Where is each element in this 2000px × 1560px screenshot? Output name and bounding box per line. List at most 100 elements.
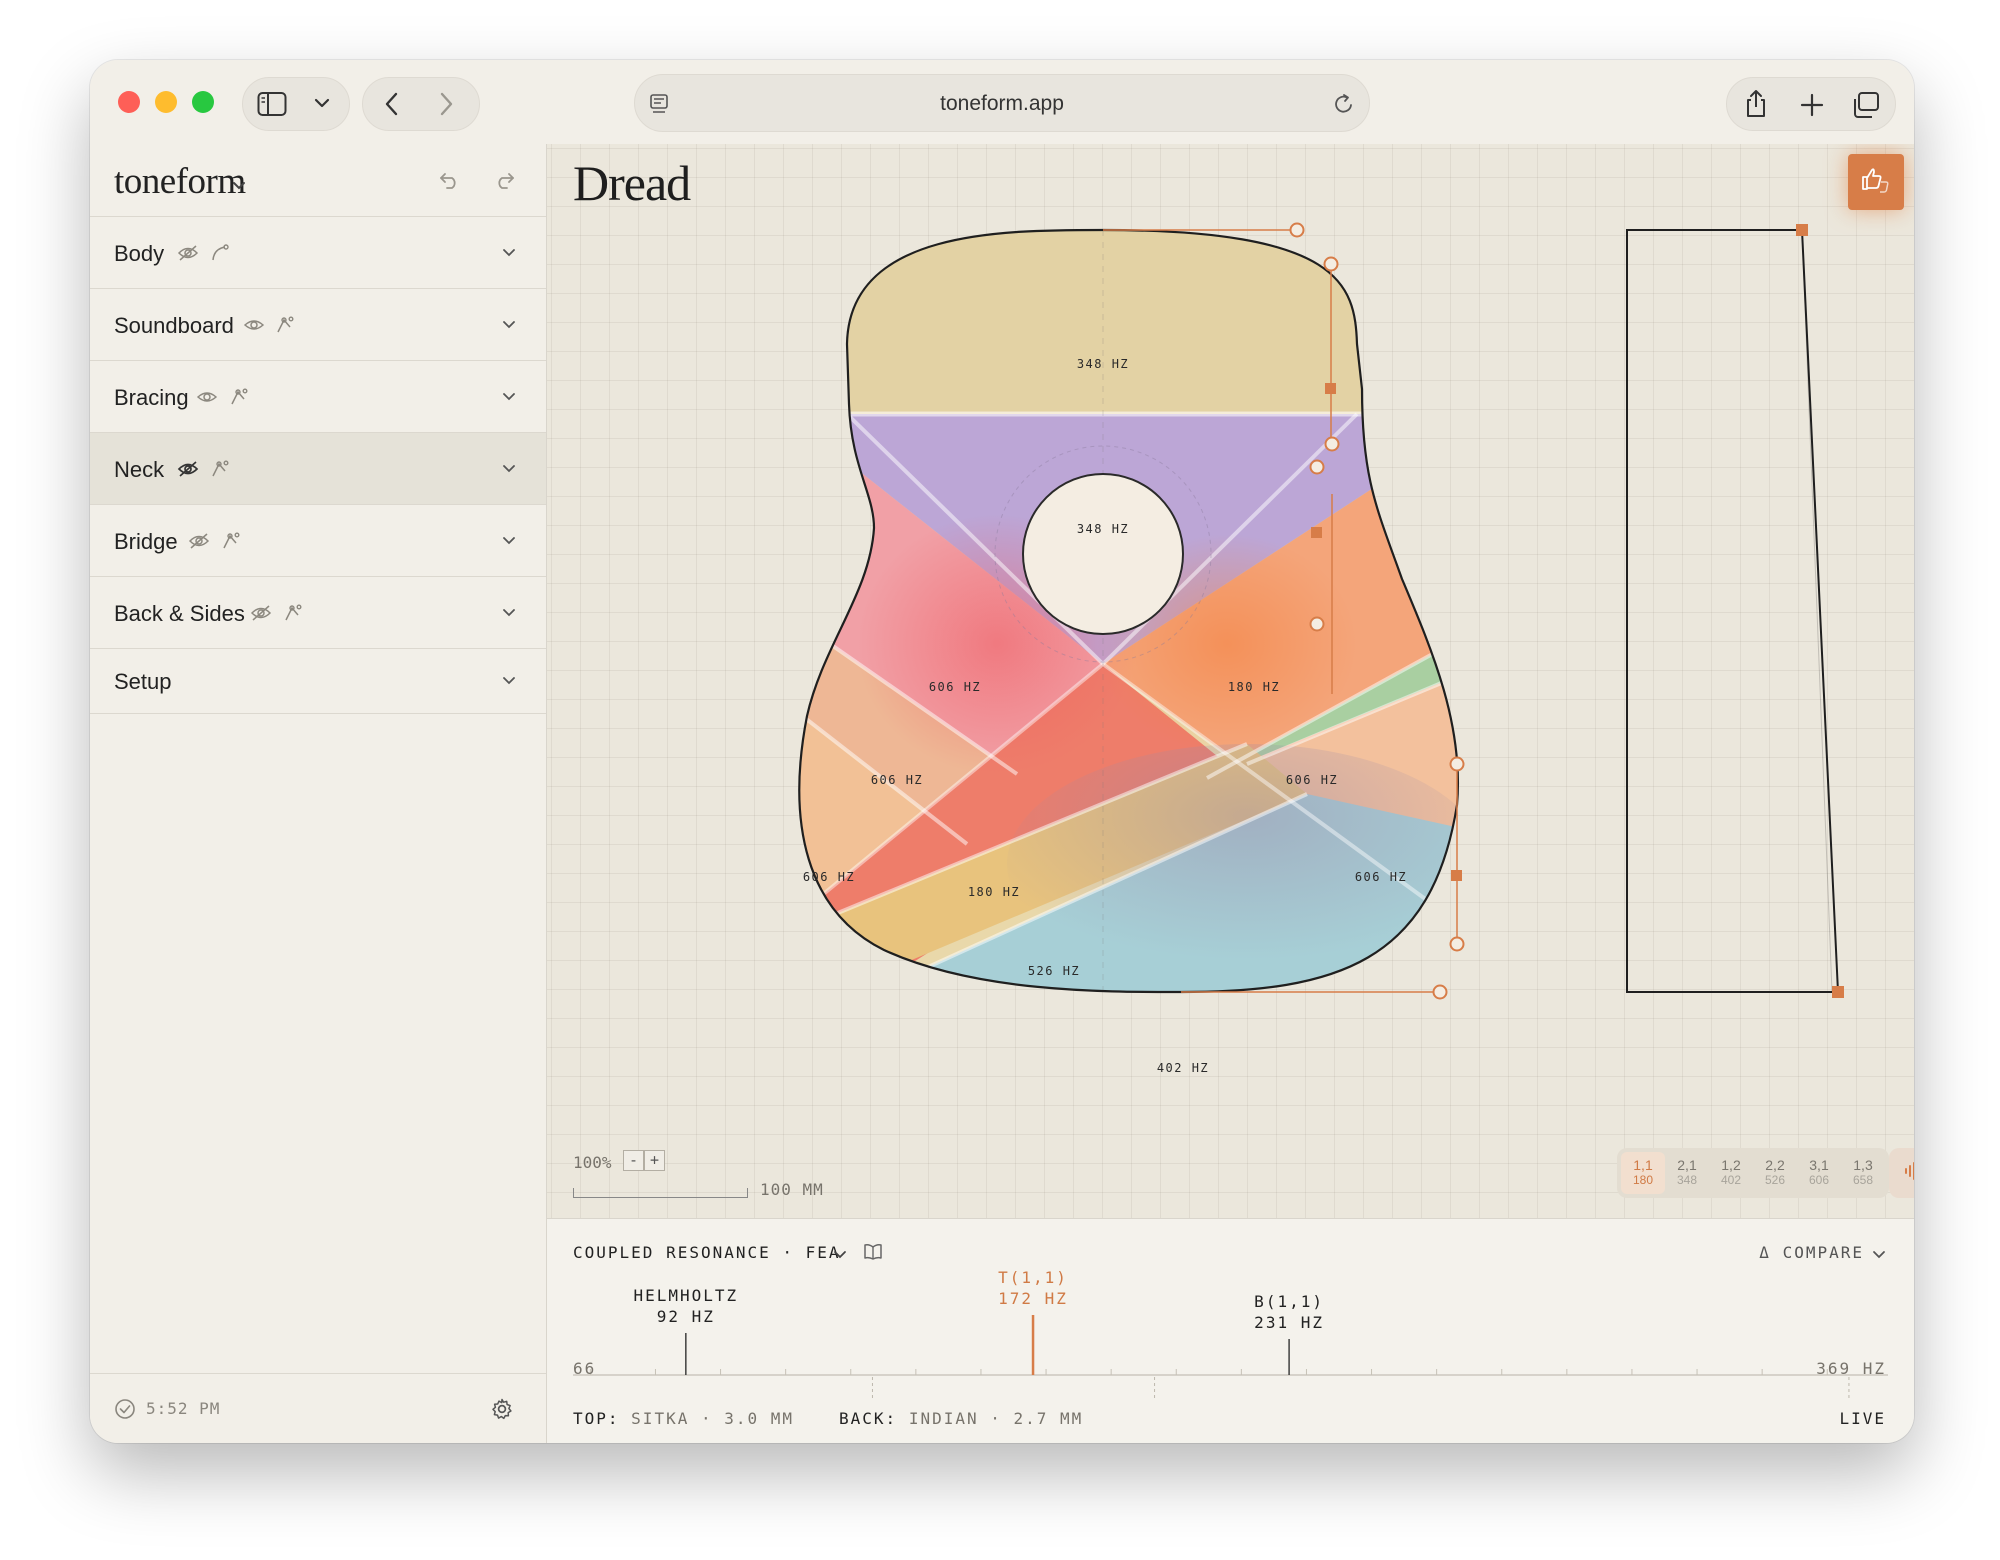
mode-1-2-button[interactable]: 1,2 402 [1709,1152,1753,1194]
sidebar-item-label: Bracing [114,385,189,410]
chevron-down-icon[interactable] [502,389,516,407]
eye-off-icon[interactable] [177,459,199,484]
redo-icon[interactable] [493,170,515,195]
sidebar-item-bridge[interactable]: Bridge [90,504,546,576]
history-nav-group [362,77,480,131]
zone-label: 606 HZ [929,680,981,694]
status-badge: LIVE [1839,1409,1886,1428]
mode-2-2-button[interactable]: 2,2 526 [1753,1152,1797,1194]
new-tab-icon[interactable] [1799,92,1825,118]
share-icon[interactable] [1743,89,1769,119]
back-material-label: BACK: [839,1409,898,1428]
node-tool-icon[interactable] [283,603,303,628]
sidebar-item-soundboard[interactable]: Soundboard [90,288,546,360]
browser-window: toneform.app toneform Body Soundboard Br… [90,60,1914,1443]
sidebar-item-bracing[interactable]: Bracing [90,360,546,432]
resonance-spectrum [573,1315,1888,1399]
undo-icon[interactable] [439,170,461,195]
anchor-point[interactable] [1832,986,1844,998]
top-material-label: TOP: [573,1409,620,1428]
node-tool-icon[interactable] [210,459,230,484]
control-point[interactable] [1324,436,1340,452]
sidebar-item-label: Back & Sides [114,601,245,626]
eye-icon[interactable] [196,387,218,412]
chevron-down-icon[interactable] [502,245,516,263]
back-arrow-icon[interactable] [381,91,403,117]
tab-overview-icon[interactable] [1851,91,1881,119]
zone-label: 180 HZ [968,885,1020,899]
mode-3-1-button[interactable]: 3,1 606 [1797,1152,1841,1194]
chevron-down-icon[interactable] [502,605,516,623]
eye-off-icon[interactable] [250,603,272,628]
chevron-down-icon[interactable] [313,94,331,112]
node-tool-icon[interactable] [275,315,295,340]
eye-off-icon[interactable] [177,243,199,268]
reload-icon[interactable] [1333,92,1355,116]
sidebar-item-label: Soundboard [114,313,234,338]
mode-1-3-button[interactable]: 1,3 658 [1841,1152,1885,1194]
zone-label: 606 HZ [803,870,855,884]
forward-arrow-icon[interactable] [435,91,457,117]
minimize-window-button[interactable] [155,91,177,113]
mode-index: 1,1 [1633,1157,1653,1173]
mode-frequency: 526 [1764,1173,1786,1187]
chevron-down-icon[interactable] [502,533,516,551]
zone-label: 606 HZ [871,773,923,787]
anchor-point[interactable] [1451,870,1462,881]
zoom-out-button[interactable]: - [623,1150,644,1171]
zone-label: 606 HZ [1355,870,1407,884]
url-text: toneform.app [940,92,1064,115]
control-point[interactable] [1309,459,1325,475]
gear-icon[interactable] [490,1397,514,1426]
sidebar-item-label: Neck [114,457,165,482]
control-point[interactable] [1449,936,1465,952]
curve-tool-icon[interactable] [210,243,230,268]
soundhole[interactable] [1022,473,1184,635]
control-point[interactable] [1432,984,1448,1000]
control-point[interactable] [1289,222,1305,238]
zone-upper-bout [799,230,1458,412]
chevron-down-icon[interactable] [502,461,516,479]
close-window-button[interactable] [118,91,140,113]
node-tool-icon[interactable] [221,531,241,556]
sidebar-item-back-sides[interactable]: Back & Sides [90,576,546,648]
node-tool-icon[interactable] [229,387,249,412]
browser-actions-group [1726,77,1896,131]
design-canvas[interactable]: Dread 348 HZ 348 HZ 606 HZ 180 HZ 606 HZ… [547,144,1914,1218]
waveform-view-button[interactable] [1893,1152,1914,1194]
guitar-diagram[interactable]: 348 HZ 348 HZ 606 HZ 180 HZ 606 HZ 606 H… [547,144,1914,1218]
sidebar-toggle-icon[interactable] [257,91,287,117]
zoom-in-button[interactable]: + [644,1150,665,1171]
mode-index: 1,3 [1853,1157,1873,1173]
mode-frequency: 606 [1808,1173,1830,1187]
sidebar-item-body[interactable]: Body [90,216,546,288]
check-circle-icon [114,1398,136,1425]
chevron-down-icon[interactable] [232,178,246,196]
sidebar-item-neck[interactable]: Neck [90,432,546,504]
feedback-button[interactable] [1848,154,1904,210]
axis-max-label: 369 HZ [1816,1359,1886,1378]
sidebar-item-setup[interactable]: Setup [90,648,546,714]
control-point[interactable] [1449,756,1465,772]
saved-time: 5:52 PM [146,1399,221,1418]
zone-label: 348 HZ [1077,357,1129,371]
side-profile-guide [1801,229,1833,993]
chevron-down-icon[interactable] [502,673,516,691]
eye-icon[interactable] [243,315,265,340]
mode-2-1-button[interactable]: 2,1 348 [1665,1152,1709,1194]
control-point[interactable] [1323,256,1339,272]
app-brand[interactable]: toneform [114,160,246,203]
anchor-point[interactable] [1325,383,1336,394]
anchor-point[interactable] [1796,224,1808,236]
sidebar-footer: 5:52 PM [90,1373,546,1443]
chevron-down-icon[interactable] [502,317,516,335]
address-bar[interactable]: toneform.app [634,74,1370,132]
mode-selector: 1,1 180 2,1 348 1,2 402 2,2 526 3,1 606 … [1617,1148,1889,1198]
eye-off-icon[interactable] [188,531,210,556]
control-point[interactable] [1309,616,1325,632]
zone-label: 402 HZ [1157,1061,1209,1075]
anchor-point[interactable] [1311,527,1322,538]
mode-1-1-button[interactable]: 1,1 180 [1621,1152,1665,1194]
top-material-value: SITKA · 3.0 MM [631,1409,795,1428]
maximize-window-button[interactable] [192,91,214,113]
